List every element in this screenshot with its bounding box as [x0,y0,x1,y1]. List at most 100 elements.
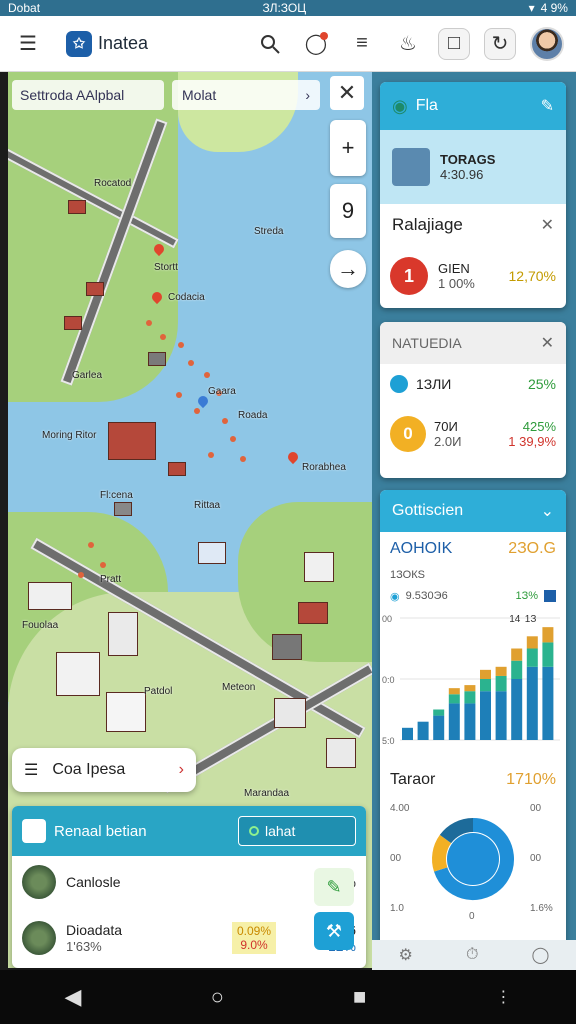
flood-marker [88,542,94,548]
chat-icon[interactable]: ◯ [532,945,550,965]
map-search-chip[interactable]: Settroda AAlpbal [12,80,164,110]
map-pin[interactable] [285,449,301,465]
more-icon[interactable]: ⋮ [495,987,511,1007]
menu-icon[interactable]: ☰ [12,28,44,60]
ralajiage-header: Ralajiage ✕ [392,215,554,235]
map-filter-chip[interactable]: Molat › [172,80,320,110]
axis-label: 00 [530,853,542,864]
status-dot [249,826,259,836]
building [272,634,302,660]
kpi-sub2: ◉ 9.5З0Э6 1З% [380,584,566,608]
shield-icon[interactable]: ◯ [300,28,332,60]
donut-slice [432,834,452,872]
data-label: 1З [525,614,537,625]
bar [526,666,538,740]
ralajiage-row[interactable]: 1 GIEN 1 00% 12,70% [380,246,566,306]
axis-label: 1.0 [390,903,404,914]
tool-button[interactable]: ⚒ [314,912,354,950]
close-icon[interactable]: ✕ [541,333,554,353]
donut-chart: 4.00 00 1.0 00 00 1.6% 0 [390,803,553,922]
zoom-level-button[interactable]: 9 [330,184,366,238]
bar [480,691,491,740]
bar [495,691,507,740]
bag-icon[interactable]: □ [438,27,470,60]
edit-icon[interactable]: ✎ [541,96,554,116]
close-icon[interactable]: ✕ [541,215,554,235]
bottom-panel-tab[interactable]: lahat [238,816,356,846]
map-label: Rittaa [194,500,221,511]
layer-card[interactable]: ☰ Coa Ipesa › [12,748,196,792]
natuedia-row[interactable]: 1ЗЛИ 25% [380,364,566,404]
natuedia-row[interactable]: 0 70И 2.0И 425% 1 39,9% [380,404,566,464]
donut-center [447,833,499,885]
flood-marker [188,360,194,366]
thumbnail [22,921,56,955]
bar [511,660,523,679]
app-bar-actions: ◯ ≡ ♨ □ ↻ [254,26,564,61]
building [148,352,166,366]
wifi-icon: ▾ [528,1,535,15]
bar [448,688,460,695]
chevron-right-icon: › [178,761,184,778]
flood-marker [204,372,210,378]
building [68,200,86,214]
avatar[interactable] [530,26,564,61]
city-thumbnail [392,148,430,186]
refresh-icon[interactable]: ↻ [484,27,516,60]
bar [542,627,554,643]
building [64,316,82,330]
home-icon[interactable]: ○ [211,984,224,1010]
bottom-panel-header: Renaal betian lahat [12,806,366,856]
natuedia-card: NATUEDIA ✕ 1ЗЛИ 25% 0 70И 2.0И 425% 1 39… [380,322,566,478]
back-icon[interactable]: ◀ [65,984,82,1010]
flood-marker [230,436,236,442]
right-panel-footer: ⚙ ⏱ ◯ [372,940,576,970]
bar [495,675,507,692]
building [108,422,156,460]
flood-marker [194,408,200,414]
flood-marker [160,334,166,340]
bar [464,685,476,692]
flood-marker [146,320,152,326]
list-item[interactable]: Dioadata 1'63% 0.09% 9.0% 036 12% [12,908,366,968]
bar [464,691,476,704]
orange-circle: 0 [390,416,426,452]
bar [433,709,445,716]
fla-summary[interactable]: TORAGS 4:30.96 [380,130,566,204]
building [108,612,138,656]
map-label: Rocatod [94,178,132,189]
map-label: Meteon [222,682,256,693]
axis-label: 4.00 [390,803,410,814]
list-icon: ☰ [24,762,39,779]
map-label: Fouolaa [22,620,59,631]
system-nav-bar: ◀ ○ ■ ⋮ [0,970,576,1024]
edit-button[interactable]: ✎ [314,868,354,906]
card-title: Fla [415,97,438,114]
bar [448,694,460,704]
building [274,698,306,728]
tick-label: 5:0 [382,736,395,746]
flood-marker [178,342,184,348]
close-icon[interactable]: ✕ [330,76,364,110]
bar [542,642,554,667]
zoom-in-button[interactable]: + [330,120,366,176]
navigate-button[interactable]: → [330,250,366,288]
wrench-icon[interactable]: ⚙ [399,945,413,965]
card-header: Gottiscien ⌄ [380,490,566,532]
recents-icon[interactable]: ■ [353,984,366,1010]
fla-card: ◉ Fla ✎ TORAGS 4:30.96 Ralajiage ✕ 1 GIE… [380,82,566,308]
tick-label: 00 [382,614,392,624]
chevron-right-icon: › [305,87,310,103]
search-icon[interactable] [254,28,286,60]
flood-marker [78,572,84,578]
card-header: ◉ Fla ✎ [380,82,566,130]
map-label: Codacia [168,292,205,303]
share-icon[interactable]: ♨ [392,28,424,60]
building [168,462,186,476]
timer-icon[interactable]: ⏱ [466,946,478,964]
equalizer-icon[interactable]: ≡ [346,28,378,60]
chevron-down-icon[interactable]: ⌄ [541,501,554,521]
status-right: ▾ 4 9% [528,1,568,15]
list-item[interactable]: Canlosle 1.9% [12,856,366,908]
badge-icon [544,590,556,602]
